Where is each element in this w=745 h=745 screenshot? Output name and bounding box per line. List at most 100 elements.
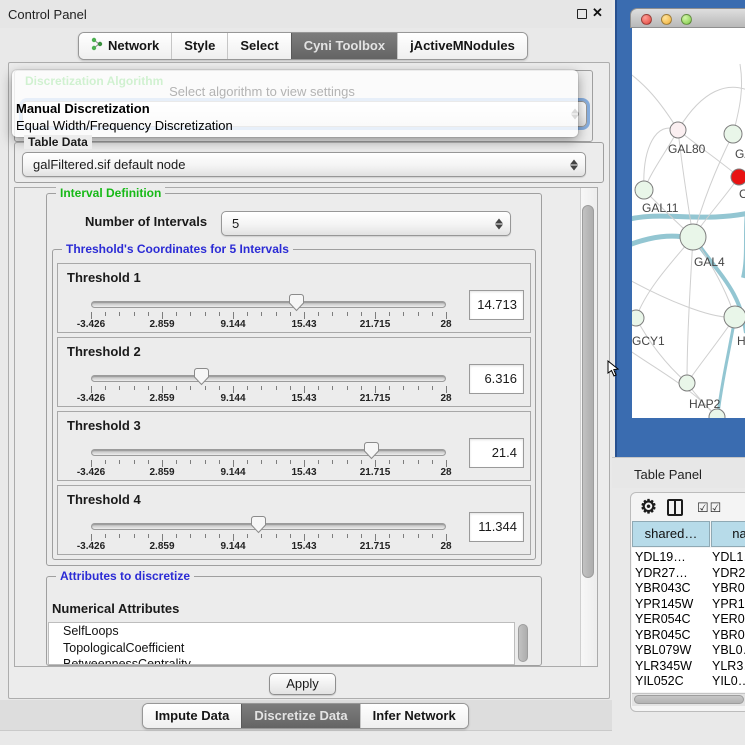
table-data-combo[interactable]: galFiltered.sif default node bbox=[22, 152, 586, 177]
table-row-shared-name[interactable]: YLR345W bbox=[635, 659, 692, 673]
table-row-name[interactable]: YLR3… bbox=[712, 659, 745, 673]
tick-mark bbox=[119, 534, 120, 538]
mac-zoom-icon[interactable] bbox=[681, 14, 692, 25]
tick-mark bbox=[91, 386, 92, 393]
num-intervals-combo[interactable]: 5 bbox=[221, 211, 511, 236]
table-row-shared-name[interactable]: YBL079W bbox=[635, 643, 691, 657]
table-row-name[interactable]: YBL0… bbox=[712, 643, 745, 657]
threshold-slider-handle[interactable] bbox=[250, 515, 267, 539]
gear-icon[interactable]: ⚙ bbox=[640, 496, 657, 519]
tick-mark bbox=[318, 534, 319, 538]
threshold-slider-track[interactable] bbox=[91, 375, 446, 382]
tick-mark bbox=[446, 386, 447, 393]
tab-select[interactable]: Select bbox=[227, 33, 290, 59]
tick-mark bbox=[418, 312, 419, 316]
bottom-tab-infer-network[interactable]: Infer Network bbox=[360, 704, 468, 728]
threshold-slider-track[interactable] bbox=[91, 449, 446, 456]
mac-close-icon[interactable] bbox=[641, 14, 652, 25]
bottom-tab-discretize-data[interactable]: Discretize Data bbox=[241, 704, 359, 728]
table-row-name[interactable]: YPR1… bbox=[712, 597, 745, 611]
panel-title: Control Panel bbox=[8, 7, 87, 22]
tick-mark bbox=[318, 460, 319, 464]
table-row-name[interactable]: YIL0… bbox=[712, 674, 745, 688]
network-node[interactable] bbox=[632, 310, 644, 326]
threshold-value-field[interactable]: 11.344 bbox=[469, 512, 524, 542]
table-header-shared-name[interactable]: shared… bbox=[632, 521, 710, 547]
table-row-name[interactable]: YER0… bbox=[712, 612, 745, 626]
tick-mark bbox=[375, 386, 376, 393]
network-node[interactable] bbox=[680, 224, 706, 250]
tick-mark bbox=[446, 534, 447, 541]
tab-cyni-toolbox[interactable]: Cyni Toolbox bbox=[291, 33, 397, 59]
threshold-value-field[interactable]: 14.713 bbox=[469, 290, 524, 320]
table-hscrollbar-thumb[interactable] bbox=[634, 695, 744, 704]
tick-mark bbox=[162, 534, 163, 541]
table-row-name[interactable]: YBR0… bbox=[712, 628, 745, 642]
threshold-slider-handle[interactable] bbox=[193, 367, 210, 391]
network-node[interactable] bbox=[731, 169, 745, 185]
tick-mark bbox=[304, 460, 305, 467]
numerical-attributes-list[interactable]: SelfLoopsTopologicalCoefficientBetweenne… bbox=[48, 622, 515, 665]
table-header-name[interactable]: na… bbox=[711, 521, 745, 547]
network-node[interactable] bbox=[670, 122, 686, 138]
table-row-name[interactable]: YDL1… bbox=[712, 550, 745, 564]
network-window-titlebar[interactable] bbox=[630, 8, 745, 28]
top-tab-bar: NetworkStyleSelectCyni ToolboxjActiveMNo… bbox=[78, 32, 528, 60]
list-item[interactable]: BetweennessCentrality bbox=[49, 656, 514, 665]
column-layout-icon[interactable] bbox=[667, 499, 683, 516]
tick-mark bbox=[148, 386, 149, 390]
table-row-shared-name[interactable]: YBR043C bbox=[635, 581, 691, 595]
table-panel-titlebar: Table Panel bbox=[612, 457, 745, 488]
table-row-name[interactable]: YBR0… bbox=[712, 581, 745, 595]
list-item[interactable]: SelfLoops bbox=[49, 623, 514, 640]
network-node[interactable] bbox=[724, 306, 745, 328]
apply-button[interactable]: Apply bbox=[269, 673, 336, 695]
table-row-shared-name[interactable]: YBR045C bbox=[635, 628, 691, 642]
threshold-slider-track[interactable] bbox=[91, 523, 446, 530]
float-window-icon[interactable] bbox=[577, 9, 587, 19]
tick-mark bbox=[318, 312, 319, 316]
network-node[interactable] bbox=[635, 181, 653, 199]
table-row-shared-name[interactable]: YPR145W bbox=[635, 597, 693, 611]
tick-mark bbox=[205, 534, 206, 538]
threshold-value-field[interactable]: 21.4 bbox=[469, 438, 524, 468]
list-item[interactable]: TopologicalCoefficient bbox=[49, 640, 514, 657]
tick-label: 2.859 bbox=[139, 541, 185, 552]
checkbox-columns-icon[interactable]: ☑☑ bbox=[697, 500, 722, 516]
mac-minimize-icon[interactable] bbox=[661, 14, 672, 25]
network-node[interactable] bbox=[724, 125, 742, 143]
tick-mark bbox=[432, 312, 433, 316]
tick-mark bbox=[91, 312, 92, 319]
tab-network[interactable]: Network bbox=[79, 33, 171, 59]
tick-mark bbox=[276, 386, 277, 390]
threshold-value-field[interactable]: 6.316 bbox=[469, 364, 524, 394]
network-canvas[interactable]: GAL80GACGAL11GAL4GCY1HHAP2 bbox=[632, 28, 745, 418]
tick-label: 28 bbox=[423, 319, 469, 330]
tab-style[interactable]: Style bbox=[171, 33, 227, 59]
tick-mark bbox=[347, 460, 348, 464]
threshold-slider-handle[interactable] bbox=[288, 293, 305, 317]
tick-mark bbox=[162, 386, 163, 393]
attributes-list-scrollbar-thumb[interactable] bbox=[518, 624, 528, 662]
table-row-name[interactable]: YDR2… bbox=[712, 566, 745, 580]
main-scrollbar-thumb[interactable] bbox=[582, 205, 594, 578]
tick-mark bbox=[119, 460, 120, 464]
threshold-slider-track[interactable] bbox=[91, 301, 446, 308]
close-icon[interactable]: ✕ bbox=[592, 5, 603, 21]
table-row-shared-name[interactable]: YDL19… bbox=[635, 550, 686, 564]
tab-jactivemnodules[interactable]: jActiveMNodules bbox=[397, 33, 527, 59]
threshold-slider-handle[interactable] bbox=[363, 441, 380, 465]
table-row-shared-name[interactable]: YDR27… bbox=[635, 566, 688, 580]
dropdown-placeholder-item[interactable]: Select algorithm to view settings bbox=[12, 84, 512, 99]
table-row-shared-name[interactable]: YER054C bbox=[635, 612, 691, 626]
bottom-tab-impute-data[interactable]: Impute Data bbox=[143, 704, 241, 728]
table-row-shared-name[interactable]: YIL052C bbox=[635, 674, 684, 688]
threshold-row: Threshold 3-3.4262.8599.14415.4321.71528… bbox=[57, 411, 531, 481]
interval-definition-title: Interval Definition bbox=[56, 186, 165, 200]
tick-label: -3.426 bbox=[68, 319, 114, 330]
dropdown-option-equal-width[interactable]: Equal Width/Frequency Discretization bbox=[16, 118, 233, 133]
tick-mark bbox=[247, 386, 248, 390]
combo-stepper-icon bbox=[495, 218, 503, 229]
dropdown-option-manual[interactable]: Manual Discretization bbox=[16, 101, 150, 116]
network-node[interactable] bbox=[679, 375, 695, 391]
